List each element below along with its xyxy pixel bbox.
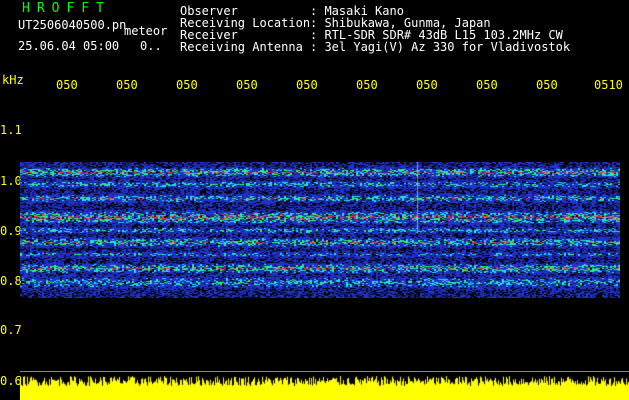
y-tick-label: 0.8 xyxy=(0,274,22,288)
x-tick-label: 050 xyxy=(416,78,438,92)
datetime-label: 25.06.04 05:00 xyxy=(18,39,120,53)
y-tick-label: 1.1 xyxy=(0,123,22,137)
status-flag: 0.. xyxy=(140,39,162,53)
y-tick-label: 0.9 xyxy=(0,224,22,238)
x-tick-label: 0510 xyxy=(594,78,623,92)
x-tick-label: 050 xyxy=(296,78,318,92)
x-tick-label: 050 xyxy=(356,78,378,92)
antenna-value: : 3el Yagi(V) Az 330 for Vladivostok xyxy=(310,40,571,54)
y-tick-label: 0.7 xyxy=(0,323,22,337)
x-tick-label: 050 xyxy=(536,78,558,92)
spectrogram-plot xyxy=(20,162,620,298)
x-tick-label: 050 xyxy=(236,78,258,92)
noise-level-trace xyxy=(20,370,629,400)
x-tick-label: 050 xyxy=(56,78,78,92)
x-tick-label: 050 xyxy=(476,78,498,92)
mode-label: meteor xyxy=(124,24,168,38)
x-tick-label: 050 xyxy=(116,78,138,92)
y-tick-label: 1.0 xyxy=(0,174,22,188)
antenna-label: Receiving Antenna xyxy=(180,40,303,54)
y-tick-label: 0.6 xyxy=(0,374,22,388)
x-tick-label: 050 xyxy=(176,78,198,92)
y-axis-unit: kHz xyxy=(2,73,24,87)
filename-label: UT2506040500.pn xyxy=(18,18,127,32)
app-title: HROFFT xyxy=(22,1,111,16)
